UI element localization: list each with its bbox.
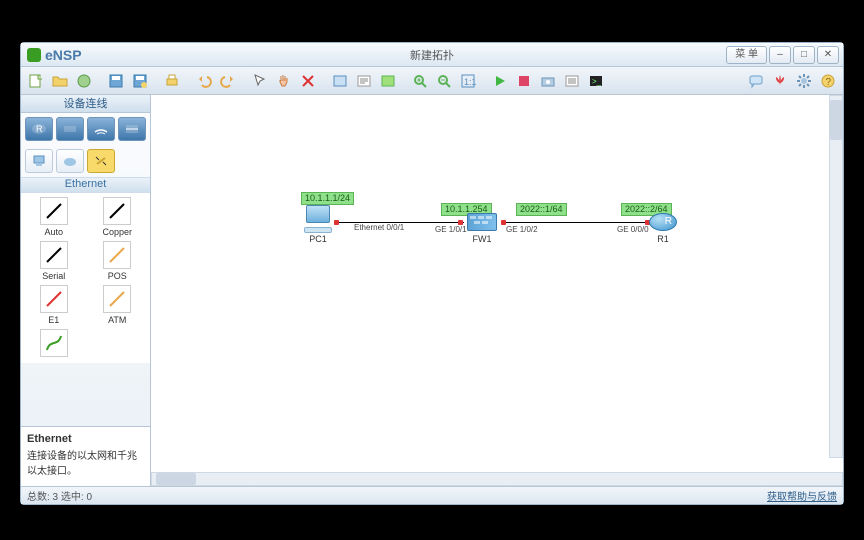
category-row-2 <box>21 145 150 177</box>
close-button[interactable]: ✕ <box>817 46 839 64</box>
page-title: 新建拓扑 <box>21 47 843 63</box>
endpoint-icon <box>334 220 339 225</box>
globe-icon[interactable] <box>73 70 95 92</box>
list-icon[interactable] <box>561 70 583 92</box>
new-icon[interactable] <box>25 70 47 92</box>
vertical-scrollbar[interactable] <box>829 95 843 458</box>
link-fw1-r1[interactable] <box>501 222 651 223</box>
svg-text:>_: >_ <box>592 77 602 86</box>
topology-canvas[interactable]: 10.1.1.1/24 10.1.1.254 2022::1/64 2022::… <box>151 95 843 472</box>
link-copper[interactable]: Copper <box>91 197 145 237</box>
link-tool-grid: Auto Copper Serial POS E1 <box>21 193 150 363</box>
rect-icon[interactable] <box>329 70 351 92</box>
device-label: PC1 <box>303 234 333 244</box>
link-serial[interactable]: Serial <box>27 241 81 281</box>
cat-wlan-icon[interactable] <box>87 117 115 141</box>
text-icon[interactable] <box>353 70 375 92</box>
minimize-button[interactable]: – <box>769 46 791 64</box>
cat-cloud-icon[interactable] <box>56 149 84 173</box>
capture-icon[interactable] <box>537 70 559 92</box>
svg-text:1:1: 1:1 <box>464 77 476 87</box>
device-label: FW1 <box>467 234 497 244</box>
info-panel: Ethernet 连接设备的以太网和千兆以太接口。 <box>21 426 150 486</box>
save-icon[interactable] <box>105 70 127 92</box>
port-label: GE 1/0/2 <box>506 225 538 234</box>
huawei-icon[interactable] <box>769 70 791 92</box>
pan-icon[interactable] <box>273 70 295 92</box>
router-icon <box>649 213 677 233</box>
ip-badge-pc1[interactable]: 10.1.1.1/24 <box>301 192 354 205</box>
start-icon[interactable] <box>489 70 511 92</box>
status-count: 总数: 3 选中: 0 <box>27 488 92 503</box>
horizontal-scrollbar[interactable] <box>151 472 843 486</box>
window-controls: 菜 单 – □ ✕ <box>726 46 839 64</box>
zoom-out-icon[interactable] <box>433 70 455 92</box>
link-e1[interactable]: E1 <box>27 285 81 325</box>
sidebar: 设备连线 R Ethernet Auto Copper <box>21 95 151 486</box>
port-label: GE 1/0/1 <box>435 225 467 234</box>
save-as-icon[interactable] <box>129 70 151 92</box>
port-label: Ethernet 0/0/1 <box>354 223 404 232</box>
sidebar-subtitle: Ethernet <box>21 177 150 193</box>
stop-icon[interactable] <box>513 70 535 92</box>
body: 设备连线 R Ethernet Auto Copper <box>21 95 843 486</box>
pointer-icon[interactable] <box>249 70 271 92</box>
feedback-link[interactable]: 获取帮助与反馈 <box>767 488 837 503</box>
redo-icon[interactable] <box>217 70 239 92</box>
cat-connection-icon[interactable] <box>87 149 115 173</box>
open-icon[interactable] <box>49 70 71 92</box>
app-window: eNSP 新建拓扑 菜 单 – □ ✕ 1:1 <box>20 42 844 505</box>
undo-icon[interactable] <box>193 70 215 92</box>
port-label: GE 0/0/0 <box>617 225 649 234</box>
cat-pc-icon[interactable] <box>25 149 53 173</box>
titlebar: eNSP 新建拓扑 菜 单 – □ ✕ <box>21 43 843 67</box>
link-pos[interactable]: POS <box>91 241 145 281</box>
cat-router-icon[interactable]: R <box>25 117 53 141</box>
gear-icon[interactable] <box>793 70 815 92</box>
device-pc1[interactable]: PC1 <box>303 205 333 244</box>
link-curve[interactable] <box>27 329 81 359</box>
statusbar: 总数: 3 选中: 0 获取帮助与反馈 <box>21 486 843 504</box>
pc-icon <box>303 205 333 233</box>
main-toolbar: 1:1 >_ ? <box>21 67 843 95</box>
device-fw1[interactable]: FW1 <box>467 211 497 244</box>
link-atm[interactable]: ATM <box>91 285 145 325</box>
device-r1[interactable]: R1 <box>649 213 677 244</box>
menu-button[interactable]: 菜 单 <box>726 46 767 64</box>
info-title: Ethernet <box>27 433 144 445</box>
help-icon[interactable]: ? <box>817 70 839 92</box>
cat-firewall-icon[interactable] <box>118 117 146 141</box>
cat-switch-icon[interactable] <box>56 117 84 141</box>
palette-icon[interactable] <box>377 70 399 92</box>
firewall-icon <box>467 211 497 233</box>
info-body: 连接设备的以太网和千兆以太接口。 <box>27 447 144 477</box>
maximize-button[interactable]: □ <box>793 46 815 64</box>
svg-text:R: R <box>36 124 43 134</box>
link-auto[interactable]: Auto <box>27 197 81 237</box>
zoom-fit-icon[interactable]: 1:1 <box>457 70 479 92</box>
canvas-area: 10.1.1.1/24 10.1.1.254 2022::1/64 2022::… <box>151 95 843 486</box>
zoom-in-icon[interactable] <box>409 70 431 92</box>
category-row-1: R <box>21 113 150 145</box>
print-icon[interactable] <box>161 70 183 92</box>
svg-text:?: ? <box>826 77 832 88</box>
delete-icon[interactable] <box>297 70 319 92</box>
ip-badge-fw1-right[interactable]: 2022::1/64 <box>516 203 567 216</box>
chat-icon[interactable] <box>745 70 767 92</box>
terminal-icon[interactable]: >_ <box>585 70 607 92</box>
sidebar-title: 设备连线 <box>21 95 150 113</box>
device-label: R1 <box>649 234 677 244</box>
